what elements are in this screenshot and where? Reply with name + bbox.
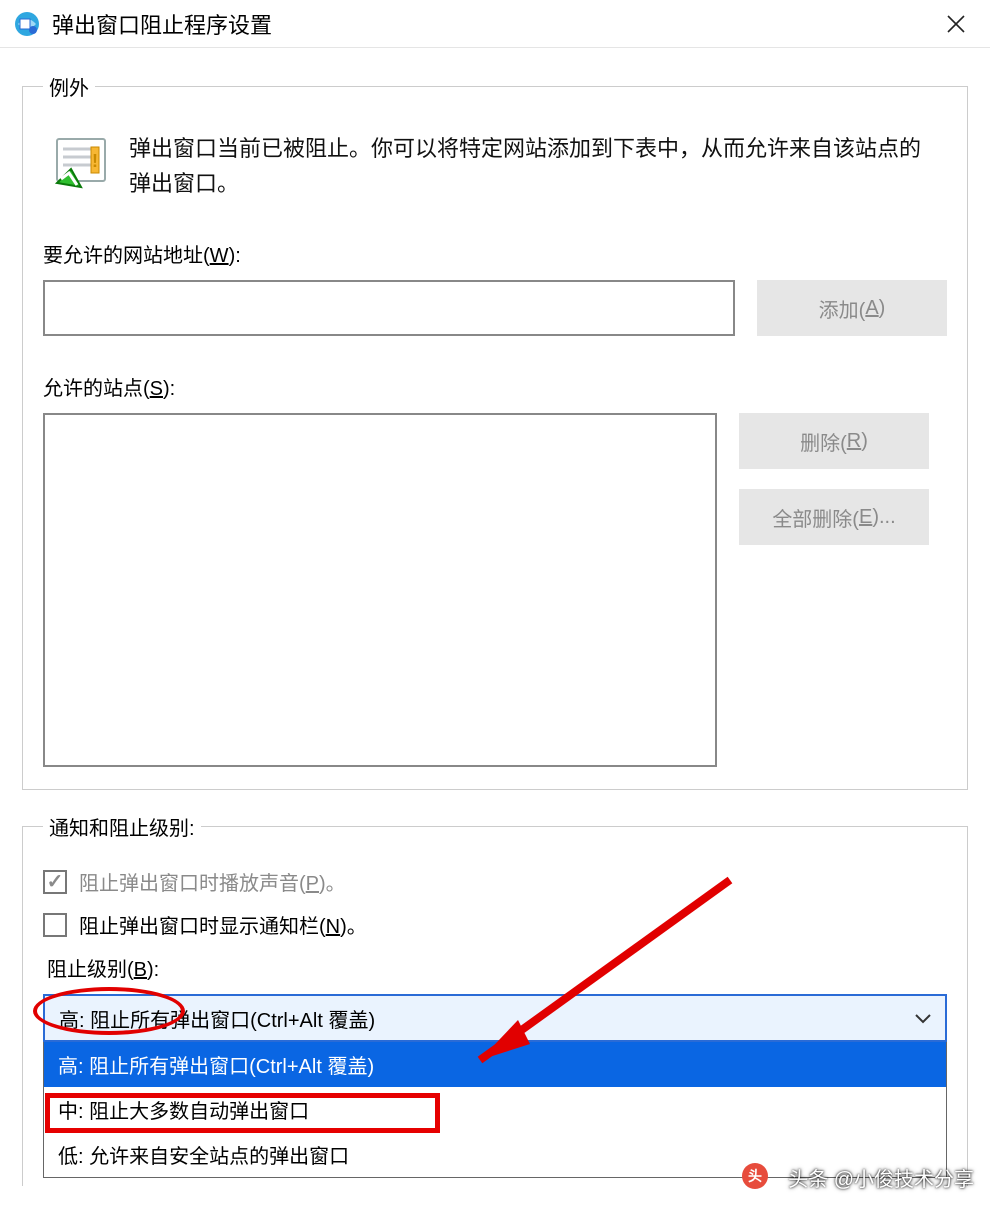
sound-label: 阻止弹出窗口时播放声音(P)。 [79,867,346,896]
dropdown-option-medium[interactable]: 中: 阻止大多数自动弹出窗口 [44,1087,946,1132]
notifybar-label: 阻止弹出窗口时显示通知栏(N)。 [79,910,367,939]
sound-checkbox[interactable] [43,870,67,894]
allowed-sites-label: 允许的站点(S): [43,372,947,401]
sound-checkbox-row[interactable]: 阻止弹出窗口时播放声音(P)。 [43,867,947,896]
window-title: 弹出窗口阻止程序设置 [52,8,930,40]
notifybar-checkbox-row[interactable]: 阻止弹出窗口时显示通知栏(N)。 [43,910,947,939]
remove-all-button[interactable]: 全部删除(E)... [739,489,929,545]
info-icon: ! [51,135,111,195]
dropdown-options: 高: 阻止所有弹出窗口(Ctrl+Alt 覆盖) 中: 阻止大多数自动弹出窗口 … [43,1042,947,1178]
address-input[interactable] [43,280,735,336]
allowed-sites-listbox[interactable] [43,413,717,767]
block-level-dropdown[interactable]: 高: 阻止所有弹出窗口(Ctrl+Alt 覆盖) [43,994,947,1042]
svg-text:!: ! [92,151,98,171]
notify-legend: 通知和阻止级别: [43,812,201,841]
exceptions-info-text: 弹出窗口当前已被阻止。你可以将特定网站添加到下表中，从而允许来自该站点的弹出窗口… [129,131,939,201]
chevron-down-icon [915,1008,931,1029]
dropdown-option-high[interactable]: 高: 阻止所有弹出窗口(Ctrl+Alt 覆盖) [44,1042,946,1087]
add-button[interactable]: 添加(A) [757,280,947,336]
watermark-logo-icon: 头 [742,1163,768,1189]
exceptions-group: 例外 ! 弹出窗口当前已被阻止。你可以将特定网站添加到下表中，从而允许来自该站点… [22,72,968,790]
app-icon [14,11,40,37]
block-level-label: 阻止级别(B): [47,953,947,982]
exceptions-legend: 例外 [43,72,95,101]
watermark-text: 头条 @小俊技术分享 [788,1163,974,1192]
titlebar: 弹出窗口阻止程序设置 [0,0,990,48]
notifybar-checkbox[interactable] [43,913,67,937]
remove-button[interactable]: 删除(R) [739,413,929,469]
address-label: 要允许的网站地址(W): [43,239,947,268]
notify-group: 通知和阻止级别: 阻止弹出窗口时播放声音(P)。 阻止弹出窗口时显示通知栏(N)… [22,812,968,1186]
close-button[interactable] [930,4,982,44]
dropdown-value: 高: 阻止所有弹出窗口(Ctrl+Alt 覆盖) [59,1004,375,1033]
